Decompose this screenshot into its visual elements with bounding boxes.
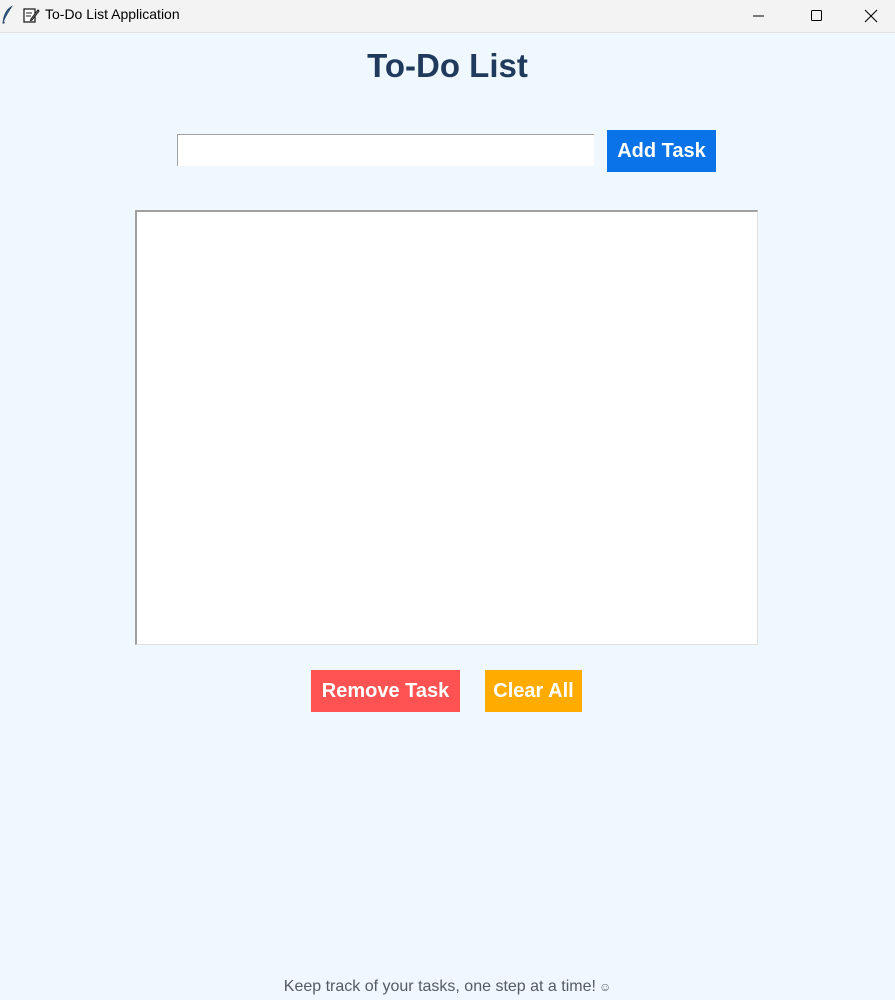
remove-task-button[interactable]: Remove Task — [311, 670, 460, 712]
close-button[interactable] — [846, 0, 895, 32]
smiley-icon: ☺ — [598, 980, 612, 994]
task-list[interactable] — [135, 210, 758, 645]
footer: Keep track of your tasks, one step at a … — [0, 978, 895, 996]
maximize-icon — [811, 10, 822, 21]
task-input[interactable] — [177, 134, 594, 166]
page-title: To-Do List — [367, 47, 528, 84]
footer-text: Keep track of your tasks, one step at a … — [283, 978, 596, 995]
close-icon — [864, 9, 877, 23]
add-task-button[interactable]: Add Task — [607, 130, 716, 172]
minimize-icon — [753, 15, 764, 17]
feather-icon — [2, 5, 14, 24]
maximize-button[interactable] — [788, 0, 846, 32]
window-titlebar: To-Do List Application — [0, 0, 895, 33]
minimize-button[interactable] — [730, 0, 788, 32]
memo-icon — [23, 8, 40, 23]
window-title: To-Do List Application — [45, 6, 180, 22]
clear-all-button[interactable]: Clear All — [485, 670, 582, 712]
